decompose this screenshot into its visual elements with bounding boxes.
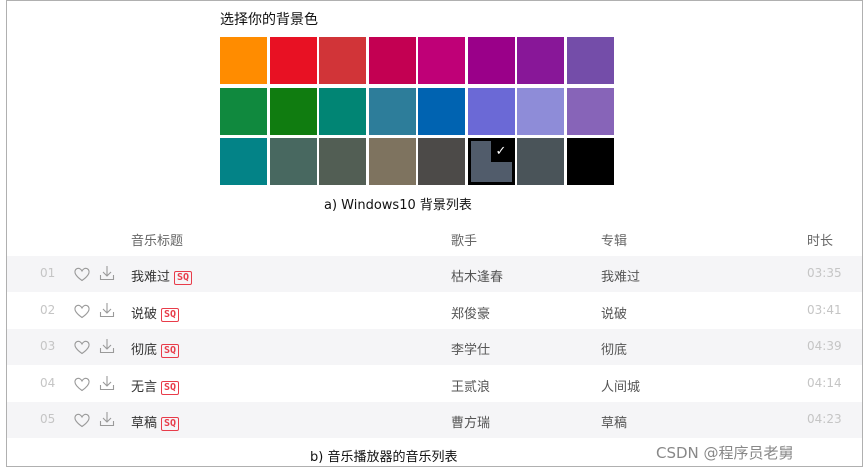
song-index: 04: [40, 375, 56, 390]
color-swatch[interactable]: [220, 138, 267, 185]
color-swatch[interactable]: [269, 87, 317, 135]
song-album[interactable]: 说破: [601, 303, 627, 322]
song-duration: 04:39: [807, 339, 842, 354]
color-swatch[interactable]: [319, 138, 366, 185]
song-album[interactable]: 草稿: [601, 412, 627, 431]
song-title-text: 无言: [131, 379, 158, 395]
color-swatch[interactable]: [517, 37, 564, 84]
color-swatch[interactable]: [368, 138, 416, 185]
header-duration[interactable]: 时长: [807, 230, 833, 249]
song-row[interactable]: 05 草稿 SQ 曹方瑞 草稿 04:23: [7, 402, 862, 439]
color-swatch[interactable]: [566, 87, 614, 135]
sq-badge: SQ: [161, 417, 180, 432]
song-title[interactable]: 说破 SQ: [131, 303, 180, 322]
color-swatch[interactable]: [467, 37, 515, 84]
download-icon[interactable]: [98, 301, 116, 319]
song-index: 02: [40, 302, 56, 317]
color-swatch[interactable]: [269, 138, 317, 185]
song-row[interactable]: 03 彻底 SQ 李学仕 彻底 04:39: [7, 329, 862, 366]
heart-icon[interactable]: [73, 302, 91, 320]
song-singer[interactable]: 王贰浪: [451, 376, 490, 395]
caption-b: b) 音乐播放器的音乐列表: [310, 450, 458, 465]
color-swatch[interactable]: [418, 138, 465, 185]
song-title[interactable]: 草稿 SQ: [131, 412, 180, 432]
heart-icon[interactable]: [73, 411, 91, 429]
sq-badge: SQ: [161, 307, 180, 322]
color-swatch[interactable]: [517, 87, 564, 135]
color-swatch[interactable]: [220, 87, 267, 135]
song-title[interactable]: 无言 SQ: [131, 376, 180, 395]
download-icon[interactable]: [98, 337, 116, 355]
sq-badge: SQ: [161, 344, 180, 359]
song-row[interactable]: 04 无言 SQ 王贰浪 人间城 04:14: [7, 365, 862, 402]
watermark: CSDN @程序员老舅: [656, 444, 794, 462]
color-swatch[interactable]: [319, 37, 366, 84]
song-album[interactable]: 我难过: [601, 266, 640, 285]
song-title[interactable]: 彻底 SQ: [131, 339, 180, 359]
header-singer[interactable]: 歌手: [451, 230, 477, 249]
sq-badge: SQ: [161, 380, 180, 395]
heart-icon[interactable]: [73, 338, 91, 356]
color-swatch[interactable]: [319, 87, 366, 135]
list-header: 音乐标题 歌手 专辑 时长: [7, 219, 862, 255]
song-singer[interactable]: 李学仕: [451, 339, 490, 358]
song-row[interactable]: 01 我难过 SQ 枯木逢春 我难过 03:35: [7, 256, 862, 292]
song-title-text: 说破: [131, 306, 158, 322]
song-title-text: 草稿: [131, 416, 158, 432]
color-swatch[interactable]: [269, 37, 317, 84]
color-swatch[interactable]: [418, 87, 465, 135]
song-album[interactable]: 彻底: [601, 339, 627, 358]
sq-badge: SQ: [174, 271, 193, 285]
color-swatch[interactable]: ✓: [467, 138, 515, 185]
song-album[interactable]: 人间城: [601, 376, 640, 395]
song-duration: 03:35: [807, 266, 842, 280]
header-album[interactable]: 专辑: [601, 230, 627, 249]
song-row[interactable]: 02 说破 SQ 郑俊豪 说破 03:41: [7, 292, 862, 329]
color-swatch[interactable]: [467, 87, 515, 135]
download-icon[interactable]: [98, 374, 116, 392]
song-index: 03: [40, 339, 56, 354]
download-icon[interactable]: [98, 410, 116, 428]
heart-icon[interactable]: [73, 375, 91, 393]
check-icon: ✓: [490, 141, 512, 162]
color-swatch[interactable]: [368, 87, 416, 135]
color-swatch[interactable]: [220, 37, 267, 84]
color-swatch[interactable]: [566, 138, 614, 185]
song-title-text: 彻底: [131, 343, 158, 359]
song-duration: 04:14: [807, 375, 842, 390]
song-index: 01: [40, 266, 56, 280]
download-icon[interactable]: [98, 264, 116, 282]
swatch-grid: ✓: [220, 37, 614, 186]
song-title-text: 我难过: [131, 270, 171, 285]
song-singer[interactable]: 枯木逢春: [451, 266, 503, 285]
picker-title: 选择你的背景色: [220, 12, 318, 28]
color-swatch[interactable]: [566, 37, 614, 84]
color-swatch[interactable]: [517, 138, 564, 185]
song-singer[interactable]: 曹方瑞: [451, 412, 490, 431]
header-title[interactable]: 音乐标题: [131, 230, 183, 249]
song-duration: 04:23: [807, 412, 842, 427]
heart-icon[interactable]: [73, 265, 91, 283]
song-singer[interactable]: 郑俊豪: [451, 303, 490, 322]
song-title[interactable]: 我难过 SQ: [131, 266, 193, 285]
caption-a: a) Windows10 背景列表: [324, 198, 472, 213]
song-duration: 03:41: [807, 302, 842, 317]
color-swatch[interactable]: [368, 37, 416, 84]
color-swatch[interactable]: [418, 37, 465, 84]
song-index: 05: [40, 412, 56, 427]
